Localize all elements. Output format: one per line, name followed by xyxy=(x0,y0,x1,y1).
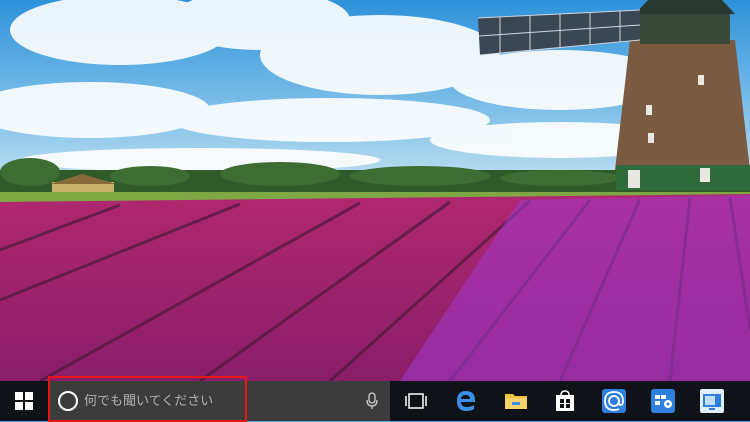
remote-desktop-icon[interactable] xyxy=(688,381,736,421)
edge-icon[interactable] xyxy=(442,381,490,421)
taskbar xyxy=(0,376,750,422)
windows-logo-icon xyxy=(15,392,33,410)
mail-icon[interactable] xyxy=(590,381,638,421)
cortana-search-box[interactable] xyxy=(48,381,390,421)
microphone-icon[interactable] xyxy=(364,391,380,411)
cortana-icon xyxy=(58,391,78,411)
store-icon[interactable] xyxy=(541,381,589,421)
start-button[interactable] xyxy=(0,381,48,421)
search-input[interactable] xyxy=(84,390,324,412)
task-view-icon[interactable] xyxy=(392,381,440,421)
settings-app-icon[interactable] xyxy=(639,381,687,421)
desktop-wallpaper xyxy=(0,0,750,381)
file-explorer-icon[interactable] xyxy=(492,381,540,421)
